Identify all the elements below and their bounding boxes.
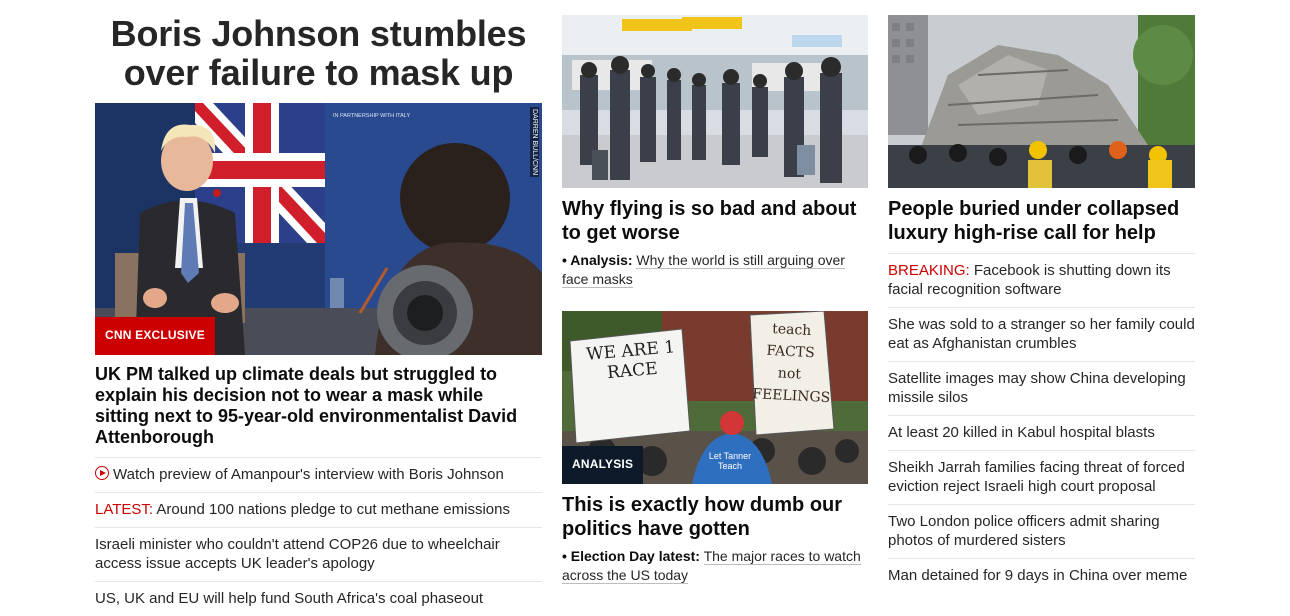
list-item[interactable]: BREAKING: Facebook is shutting down its … (888, 253, 1195, 307)
lead-image[interactable]: IN PARTNERSHIP WITH ITALY DARREN BULL/CN… (95, 103, 542, 355)
analysis-badge: ANALYSIS (562, 446, 644, 484)
link-text: Sheikh Jarrah families facing threat of … (888, 459, 1185, 495)
shirt-text: Let Tanner Teach (708, 451, 752, 471)
list-item[interactable]: At least 20 killed in Kabul hospital bla… (888, 415, 1195, 450)
right-headline-list: BREAKING: Facebook is shutting down its … (888, 253, 1195, 593)
airport-photo (562, 15, 868, 188)
election-label: Election Day latest: (570, 548, 700, 564)
protest-sign-race: WE ARE 1 RACE (585, 337, 676, 384)
list-item[interactable]: Israeli minister who couldn't attend COP… (95, 527, 542, 581)
list-item[interactable]: Man detained for 9 days in China over me… (888, 558, 1195, 593)
protest-sign-facts: teach FACTS not FEELINGS (751, 321, 831, 407)
exclusive-badge: CNN EXCLUSIVE (95, 317, 215, 355)
flying-headline[interactable]: Why flying is so bad and about to get wo… (562, 197, 868, 245)
list-item[interactable]: Satellite images may show China developi… (888, 361, 1195, 415)
lead-related-links: Watch preview of Amanpour's interview wi… (95, 457, 542, 616)
airport-image[interactable] (562, 15, 868, 188)
link-text: Watch preview of Amanpour's interview wi… (113, 466, 504, 483)
right-column: People buried under collapsed luxury hig… (888, 0, 1195, 593)
link-text: US, UK and EU will help fund South Afric… (95, 590, 484, 607)
protest-image[interactable]: WE ARE 1 RACE teach FACTS not FEELINGS L… (562, 311, 868, 484)
list-item[interactable]: She was sold to a stranger so her family… (888, 307, 1195, 361)
link-text: She was sold to a stranger so her family… (888, 316, 1195, 352)
lead-headline[interactable]: UK PM talked up climate deals but strugg… (95, 364, 542, 448)
list-item[interactable]: Sheikh Jarrah families facing threat of … (888, 450, 1195, 504)
lead-title[interactable]: Boris Johnson stumbles over failure to m… (95, 14, 542, 92)
link-text: At least 20 killed in Kabul hospital bla… (888, 424, 1155, 441)
collapse-photo (888, 15, 1195, 188)
link-text: Around 100 nations pledge to cut methane… (153, 501, 510, 518)
collapse-image[interactable] (888, 15, 1195, 188)
list-item[interactable]: LATEST: Around 100 nations pledge to cut… (95, 492, 542, 527)
list-item[interactable]: Watch preview of Amanpour's interview wi… (95, 457, 542, 492)
play-icon (95, 466, 109, 480)
politics-headline[interactable]: This is exactly how dumb our politics ha… (562, 493, 868, 541)
collapse-headline[interactable]: People buried under collapsed luxury hig… (888, 197, 1195, 245)
flying-subhead[interactable]: • Analysis: Why the world is still argui… (562, 251, 868, 289)
middle-column: Why flying is so bad and about to get wo… (562, 0, 868, 585)
link-text: Man detained for 9 days in China over me… (888, 567, 1188, 584)
backdrop-text: IN PARTNERSHIP WITH ITALY (333, 113, 410, 119)
list-item[interactable]: US, UK and EU will help fund South Afric… (95, 581, 542, 616)
analysis-label: Analysis: (570, 252, 633, 268)
photo-credit: DARREN BULL/CNN (530, 107, 539, 178)
lead-story: Boris Johnson stumbles over failure to m… (95, 0, 542, 616)
bullet: • (562, 548, 571, 564)
link-text: Two London police officers admit sharing… (888, 513, 1160, 549)
link-text: Satellite images may show China developi… (888, 370, 1186, 406)
latest-label: LATEST: (95, 501, 154, 518)
election-subhead[interactable]: • Election Day latest: The major races t… (562, 547, 868, 585)
link-text: Israeli minister who couldn't attend COP… (95, 536, 500, 572)
list-item[interactable]: Two London police officers admit sharing… (888, 504, 1195, 558)
breaking-label: BREAKING: (888, 262, 970, 279)
